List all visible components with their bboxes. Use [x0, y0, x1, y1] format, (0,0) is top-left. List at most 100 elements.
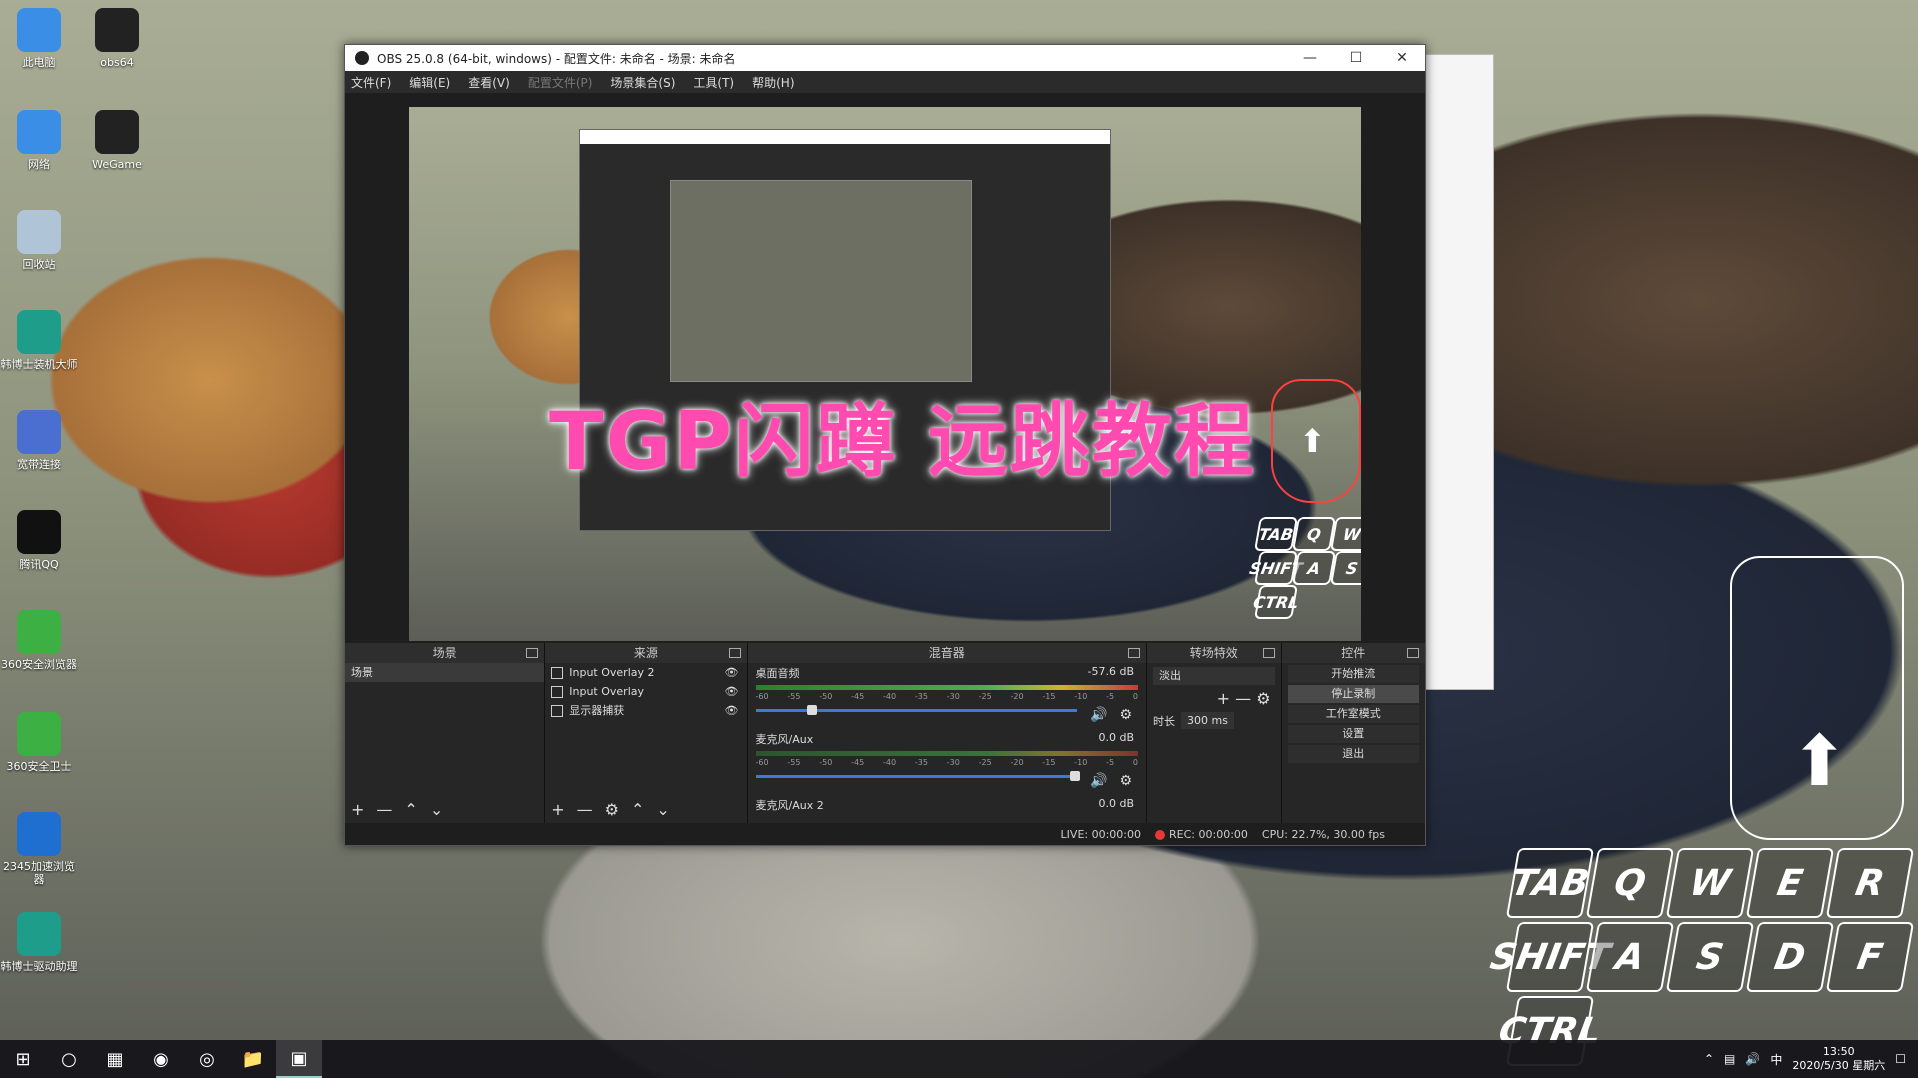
exit-button[interactable]: 退出	[1287, 745, 1419, 763]
obs-preview-canvas[interactable]: TGP闪蹲 远跳教程 ⬆ TABQWERSHIFTASDFCTRL	[409, 107, 1361, 641]
meter-tick: -25	[978, 692, 992, 701]
key-ctrl: CTRL	[1252, 585, 1300, 619]
desktop-icon[interactable]: 回收站	[0, 210, 78, 271]
tray-volume-icon[interactable]: 🔊	[1745, 1052, 1760, 1066]
meter-ticks: -60 -55 -50 -45 -40 -35 -30 -25 -20 -15 -10 -5 0	[756, 692, 1139, 701]
notification-icon[interactable]: ☐	[1895, 1052, 1906, 1066]
menu-item[interactable]: 场景集合(S)	[610, 74, 675, 91]
task-view-icon[interactable]: ▦	[92, 1040, 138, 1078]
studio-mode-button[interactable]: 工作室模式	[1287, 705, 1419, 723]
desktop-icon[interactable]: obs64	[78, 8, 156, 69]
ime-indicator[interactable]: 中	[1770, 1051, 1782, 1068]
desktop-icon[interactable]: 360安全卫士	[0, 712, 78, 773]
desktop-icon[interactable]: 腾讯QQ	[0, 510, 78, 571]
close-button[interactable]: ✕	[1379, 45, 1425, 71]
tray-network-icon[interactable]: ▤	[1724, 1052, 1735, 1066]
desktop-icon[interactable]: 网络	[0, 110, 78, 171]
file-explorer-icon[interactable]: 📁	[230, 1040, 276, 1078]
controls-dock-title: 控件	[1341, 646, 1366, 660]
desktop-icon[interactable]: WeGame	[78, 110, 156, 171]
desktop-icon-label: 360安全浏览器	[1, 658, 77, 671]
obs-menu-bar: 文件(F) 编辑(E) 查看(V) 配置文件(P) 场景集合(S) 工具(T) 帮助(H)	[345, 71, 1425, 93]
key-s: S	[1665, 922, 1755, 992]
move-up-icon[interactable]: ⌃	[404, 800, 417, 819]
remove-transition-icon[interactable]: —	[1235, 689, 1251, 708]
add-source-icon[interactable]: +	[551, 800, 564, 819]
network-icon	[17, 110, 61, 154]
gear-icon[interactable]: ⚙	[1119, 773, 1132, 789]
desktop-icon-label: 此电脑	[22, 56, 56, 69]
meter-tick: -30	[946, 692, 960, 701]
visibility-eye-icon[interactable]: 👁	[725, 682, 739, 701]
monitor-icon	[551, 704, 564, 717]
dock-popout-icon[interactable]	[1128, 648, 1141, 658]
background-window[interactable]	[1424, 54, 1494, 690]
menu-item[interactable]: 查看(V)	[468, 74, 510, 91]
visibility-eye-icon[interactable]: 👁	[725, 701, 739, 720]
remove-scene-icon[interactable]: —	[376, 800, 392, 819]
settings-button[interactable]: 设置	[1287, 725, 1419, 743]
duration-input[interactable]: 300 ms	[1181, 712, 1234, 729]
preview-overlay-title: TGP闪蹲 远跳教程	[549, 395, 1256, 488]
gear-icon[interactable]: ⚙	[605, 800, 619, 819]
menu-item[interactable]: 帮助(H)	[752, 74, 794, 91]
mixer-channel: 麦克风/Aux 2 0.0 dB	[748, 795, 1147, 819]
source-item[interactable]: 显示器捕获 👁	[545, 701, 746, 720]
meter-tick: -30	[946, 758, 960, 767]
obs-window: OBS 25.0.8 (64-bit, windows) - 配置文件: 未命名…	[344, 44, 1426, 846]
dock-popout-icon[interactable]	[1407, 648, 1419, 658]
speaker-icon[interactable]: 🔊	[1090, 773, 1107, 789]
dock-popout-icon[interactable]	[728, 648, 741, 658]
taskbar: ⊞ ○ ▦ ◉ ◎ 📁 ▣ ⌃ ▤ 🔊 中 13:50 2020/5/30 星期…	[0, 1040, 1918, 1078]
menu-item[interactable]: 工具(T)	[693, 74, 734, 91]
remove-source-icon[interactable]: —	[577, 800, 593, 819]
windows-start-icon[interactable]: ⊞	[0, 1040, 46, 1078]
meter-tick: -40	[883, 692, 897, 701]
volume-slider[interactable]	[755, 771, 1081, 781]
desktop-icon[interactable]: 宽带连接	[0, 410, 78, 471]
obs-title-bar[interactable]: OBS 25.0.8 (64-bit, windows) - 配置文件: 未命名…	[345, 45, 1425, 71]
source-item[interactable]: Input Overlay 2 👁	[545, 663, 746, 682]
menu-item[interactable]: 文件(F)	[351, 74, 391, 91]
start-streaming-button[interactable]: 开始推流	[1287, 665, 1419, 683]
app-active-icon[interactable]: ▣	[276, 1040, 322, 1078]
desktop-icon[interactable]: 2345加速浏览器	[0, 812, 78, 886]
taskbar-clock[interactable]: 13:50 2020/5/30 星期六	[1792, 1045, 1885, 1073]
visibility-eye-icon[interactable]: 👁	[725, 663, 739, 682]
desktop-icon[interactable]: 韩博士装机大师	[0, 310, 78, 371]
dock-popout-icon[interactable]	[526, 648, 539, 658]
move-down-icon[interactable]: ⌄	[656, 800, 669, 819]
key-f: F	[1825, 922, 1915, 992]
volume-slider[interactable]	[755, 705, 1077, 715]
gear-icon[interactable]: ⚙	[1256, 689, 1270, 708]
system-tray: ⌃ ▤ 🔊 中 13:50 2020/5/30 星期六 ☐	[1704, 1045, 1918, 1073]
add-transition-icon[interactable]: +	[1217, 689, 1230, 708]
move-down-icon[interactable]: ⌄	[430, 800, 443, 819]
obs-icon	[95, 8, 139, 52]
search-icon[interactable]: ○	[46, 1040, 92, 1078]
source-item[interactable]: Input Overlay 👁	[545, 682, 746, 701]
desktop-icon[interactable]: 韩博士驱动助理	[0, 912, 78, 973]
gear-icon[interactable]: ⚙	[1119, 707, 1132, 723]
obs-logo-icon	[355, 51, 369, 65]
desktop-icon[interactable]: 此电脑	[0, 8, 78, 69]
menu-item[interactable]: 编辑(E)	[409, 74, 450, 91]
scene-item[interactable]: 场景	[345, 663, 545, 682]
transition-select[interactable]: 淡出	[1153, 667, 1275, 685]
app-obs-icon[interactable]: ◎	[184, 1040, 230, 1078]
tray-chevron-up-icon[interactable]: ⌃	[1704, 1052, 1714, 1066]
maximize-button[interactable]: ☐	[1333, 45, 1379, 71]
desktop-icon-label: obs64	[100, 56, 134, 69]
stop-recording-button[interactable]: 停止录制	[1287, 685, 1419, 703]
minimize-button[interactable]: —	[1287, 45, 1333, 71]
move-up-icon[interactable]: ⌃	[631, 800, 644, 819]
obs-window-title: OBS 25.0.8 (64-bit, windows) - 配置文件: 未命名…	[377, 51, 736, 66]
app-csgo-icon[interactable]: ◉	[138, 1040, 184, 1078]
meter-ticks: -60 -55 -50 -45 -40 -35 -30 -25 -20 -15 -10 -5 0	[756, 758, 1139, 767]
desktop-icon-label: 2345加速浏览器	[3, 860, 75, 886]
dock-popout-icon[interactable]	[1262, 648, 1275, 658]
add-scene-icon[interactable]: +	[351, 800, 364, 819]
speaker-icon[interactable]: 🔊	[1090, 707, 1107, 723]
live-status: LIVE: 00:00:00	[1060, 827, 1142, 841]
desktop-icon[interactable]: 360安全浏览器	[0, 610, 78, 671]
